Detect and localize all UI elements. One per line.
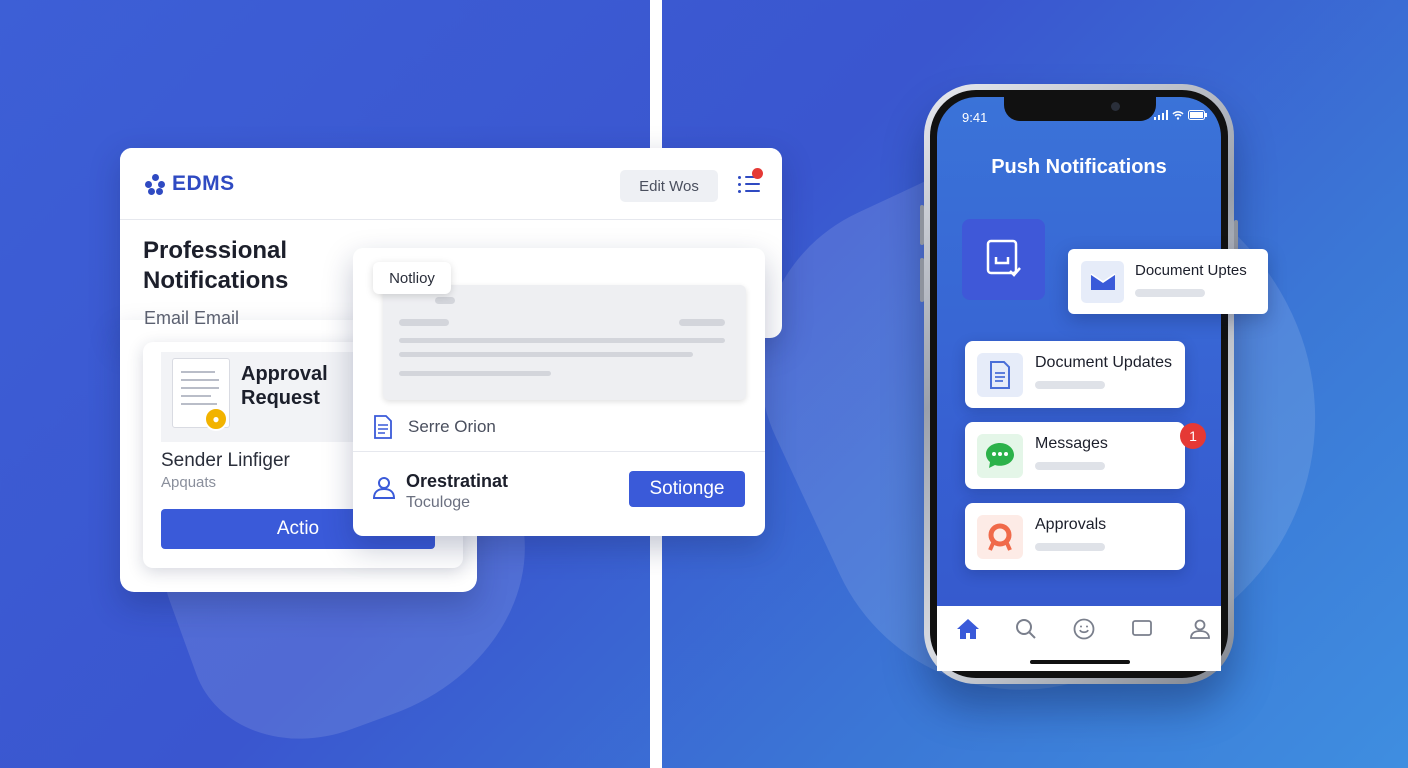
notification-title: Approvals: [1035, 516, 1107, 533]
home-icon[interactable]: [955, 616, 981, 642]
text-placeholder: [1035, 543, 1105, 551]
page-subtitle: Email Email: [144, 308, 240, 328]
contact-sub: Toculoge: [406, 494, 471, 511]
document-icon: [374, 415, 392, 439]
approval-title: Approval Request: [241, 363, 328, 409]
primary-action-button[interactable]: Sotionge: [629, 471, 745, 507]
app-tile[interactable]: [962, 219, 1045, 300]
unread-badge: 1: [1180, 423, 1206, 449]
edit-button[interactable]: Edit Wos: [620, 170, 718, 202]
battery-icon: [1188, 110, 1207, 120]
text-placeholder: [1035, 381, 1105, 389]
notification-item[interactable]: Approvals: [965, 503, 1185, 570]
volume-button: [920, 258, 924, 302]
text-placeholder: [1135, 289, 1205, 297]
notification-item[interactable]: Document Updates: [965, 341, 1185, 408]
edms-logo[interactable]: EDMS: [144, 172, 235, 196]
notification-item[interactable]: Messages: [965, 422, 1185, 489]
phone-notch: [1004, 97, 1156, 121]
search-icon[interactable]: [1013, 616, 1039, 642]
smile-icon[interactable]: [1071, 616, 1097, 642]
wifi-icon: [1172, 111, 1184, 120]
notification-title: Messages: [1035, 435, 1108, 452]
volume-button: [920, 205, 924, 245]
notification-title: Document Updates: [1035, 354, 1172, 371]
logo-text: EDMS: [172, 172, 235, 195]
text-placeholder: [1035, 462, 1105, 470]
screen-title: Push Notifications: [991, 156, 1167, 178]
home-indicator[interactable]: [1030, 660, 1130, 664]
approval-icon: [977, 515, 1023, 559]
sender-sub: Apquats: [161, 474, 217, 491]
serve-label: Serre Orion: [408, 417, 496, 436]
contact-name: Orestratinat: [406, 471, 509, 491]
document-icon: [977, 353, 1023, 397]
notification-badge: [752, 168, 763, 179]
sender-name: Sender Linfiger: [161, 450, 290, 471]
user-icon: [372, 477, 396, 499]
mail-icon: [1081, 261, 1124, 303]
status-icons: [1154, 110, 1208, 120]
row-divider: [353, 451, 765, 452]
floating-notification-title: Document Uptes: [1135, 262, 1247, 279]
edms-header: EDMS Edit Wos: [120, 148, 782, 220]
page-title: Professional Notifications: [143, 237, 289, 294]
message-preview: [383, 285, 746, 400]
status-time: 9:41: [962, 110, 988, 125]
chat-icon: [977, 434, 1023, 478]
message-icon[interactable]: [1129, 616, 1155, 642]
logo-icon: [144, 173, 166, 195]
pending-badge-icon: ●: [204, 407, 228, 431]
signal-icon: [1154, 110, 1168, 120]
notify-chip: Notlioy: [373, 262, 451, 294]
camera-icon: [1111, 102, 1120, 111]
document-check-icon: [986, 239, 1021, 277]
profile-icon[interactable]: [1187, 616, 1213, 642]
